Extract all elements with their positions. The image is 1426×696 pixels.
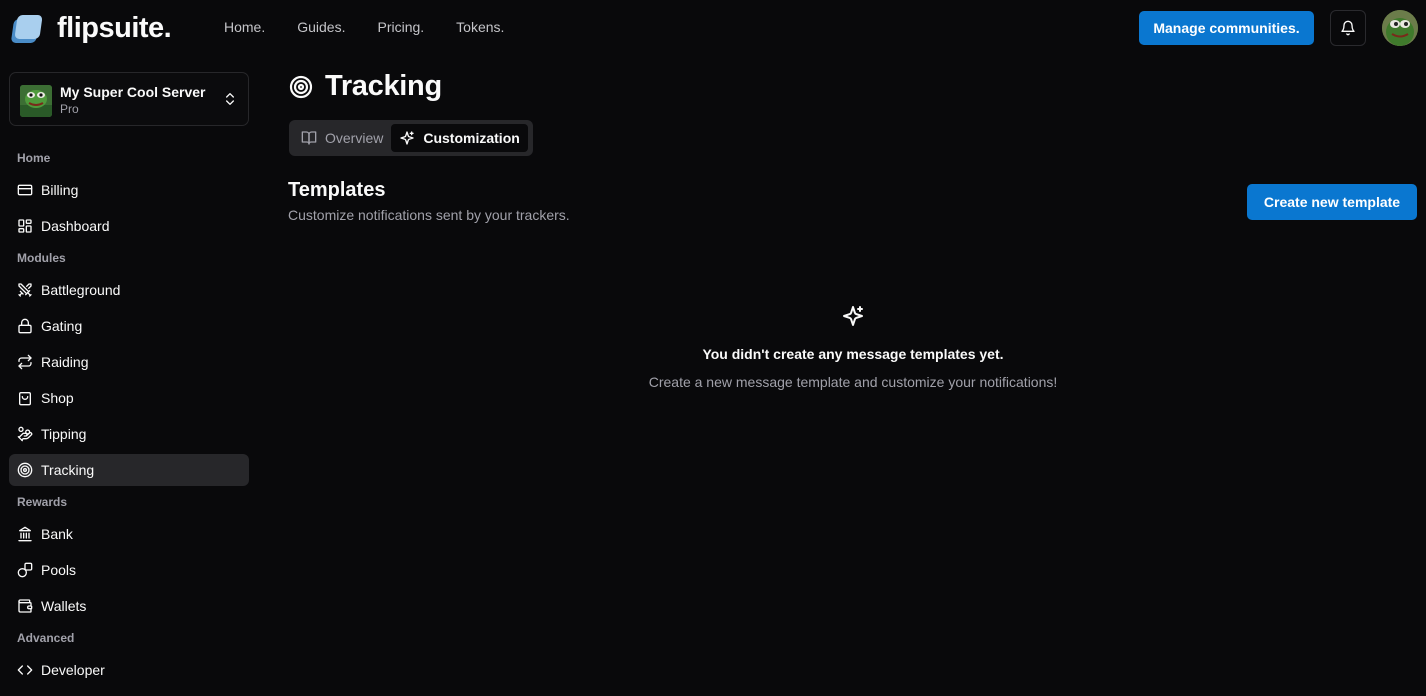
swords-icon	[18, 283, 32, 297]
logo-text: flipsuite.	[57, 12, 172, 44]
nav-guides[interactable]: Guides.	[297, 19, 345, 35]
tab-list: Overview Customization	[289, 120, 533, 156]
sidebar-item-wallets[interactable]: Wallets	[9, 590, 249, 622]
empty-state-title: You didn't create any message templates …	[702, 346, 1004, 362]
sidebar-item-billing[interactable]: Billing	[9, 174, 249, 206]
sidebar-item-label: Tipping	[41, 426, 87, 442]
section-label-rewards: Rewards	[17, 495, 68, 509]
tab-overview[interactable]: Overview	[293, 124, 391, 152]
sidebar-item-label: Shop	[41, 390, 74, 406]
pools-icon	[17, 562, 33, 578]
sidebar-item-label: Billing	[41, 182, 79, 198]
section-label-home: Home	[17, 151, 51, 165]
sidebar-item-label: Battleground	[41, 282, 121, 298]
target-icon	[17, 462, 33, 478]
bell-icon	[1341, 20, 1355, 36]
wallet-icon	[18, 599, 33, 613]
empty-state-description: Create a new message template and custom…	[648, 374, 1058, 390]
sidebar-item-battleground[interactable]: Battleground	[9, 274, 249, 306]
section-label-advanced: Advanced	[17, 631, 75, 645]
section-title: Templates	[288, 179, 386, 201]
user-avatar[interactable]	[1382, 10, 1418, 46]
sparkles-icon	[400, 131, 415, 145]
top-header: flipsuite. Home. Guides. Pricing. Tokens…	[0, 0, 1426, 56]
bank-icon	[18, 526, 32, 542]
sidebar-item-gating[interactable]: Gating	[9, 310, 249, 342]
credit-card-icon	[17, 184, 33, 196]
tab-label: Overview	[325, 130, 384, 146]
shopping-bag-icon	[19, 392, 31, 406]
server-name: My Super Cool Server	[60, 84, 206, 100]
sidebar-item-tipping[interactable]: Tipping	[9, 418, 249, 450]
nav-tokens[interactable]: Tokens.	[456, 19, 504, 35]
sidebar-item-label: Wallets	[41, 598, 87, 614]
sidebar-item-bank[interactable]: Bank	[9, 518, 249, 550]
sidebar-item-label: Tracking	[41, 462, 95, 478]
dashboard-icon	[18, 219, 32, 233]
section-label-modules: Modules	[17, 251, 66, 265]
hand-coins-icon	[17, 426, 33, 442]
code-icon	[17, 665, 33, 675]
server-avatar	[20, 85, 52, 117]
logo-icon	[11, 13, 45, 45]
top-nav: Home. Guides. Pricing. Tokens.	[224, 19, 536, 35]
target-icon	[289, 75, 313, 98]
server-plan: Pro	[60, 102, 79, 116]
chevrons-up-down-icon	[226, 93, 234, 105]
sidebar-item-label: Gating	[41, 318, 83, 334]
sidebar-item-label: Dashboard	[41, 218, 110, 234]
server-switcher[interactable]: My Super Cool Server Pro	[9, 72, 249, 126]
section-subtitle: Customize notifications sent by your tra…	[288, 207, 570, 223]
book-open-icon	[301, 131, 317, 145]
page-header: Tracking	[289, 70, 442, 103]
sidebar-item-label: Bank	[41, 526, 73, 542]
sidebar-item-label: Pools	[41, 562, 77, 578]
manage-communities-button[interactable]: Manage communities.	[1139, 11, 1314, 45]
create-template-button[interactable]: Create new template	[1247, 184, 1417, 220]
nav-pricing[interactable]: Pricing.	[377, 19, 424, 35]
sidebar-item-developer[interactable]: Developer	[9, 654, 249, 686]
sidebar-item-tracking[interactable]: Tracking	[9, 454, 249, 486]
page-title: Tracking	[325, 70, 442, 102]
sidebar-item-label: Developer	[41, 662, 105, 678]
sidebar-item-dashboard[interactable]: Dashboard	[9, 210, 249, 242]
sidebar-item-pools[interactable]: Pools	[9, 554, 249, 586]
nav-home[interactable]: Home.	[224, 19, 265, 35]
notifications-button[interactable]	[1330, 10, 1366, 46]
lock-icon	[18, 318, 32, 334]
logo[interactable]: flipsuite.	[11, 12, 172, 45]
tab-label: Customization	[423, 130, 520, 146]
tab-customization[interactable]: Customization	[391, 124, 528, 152]
sparkles-icon	[843, 306, 863, 326]
